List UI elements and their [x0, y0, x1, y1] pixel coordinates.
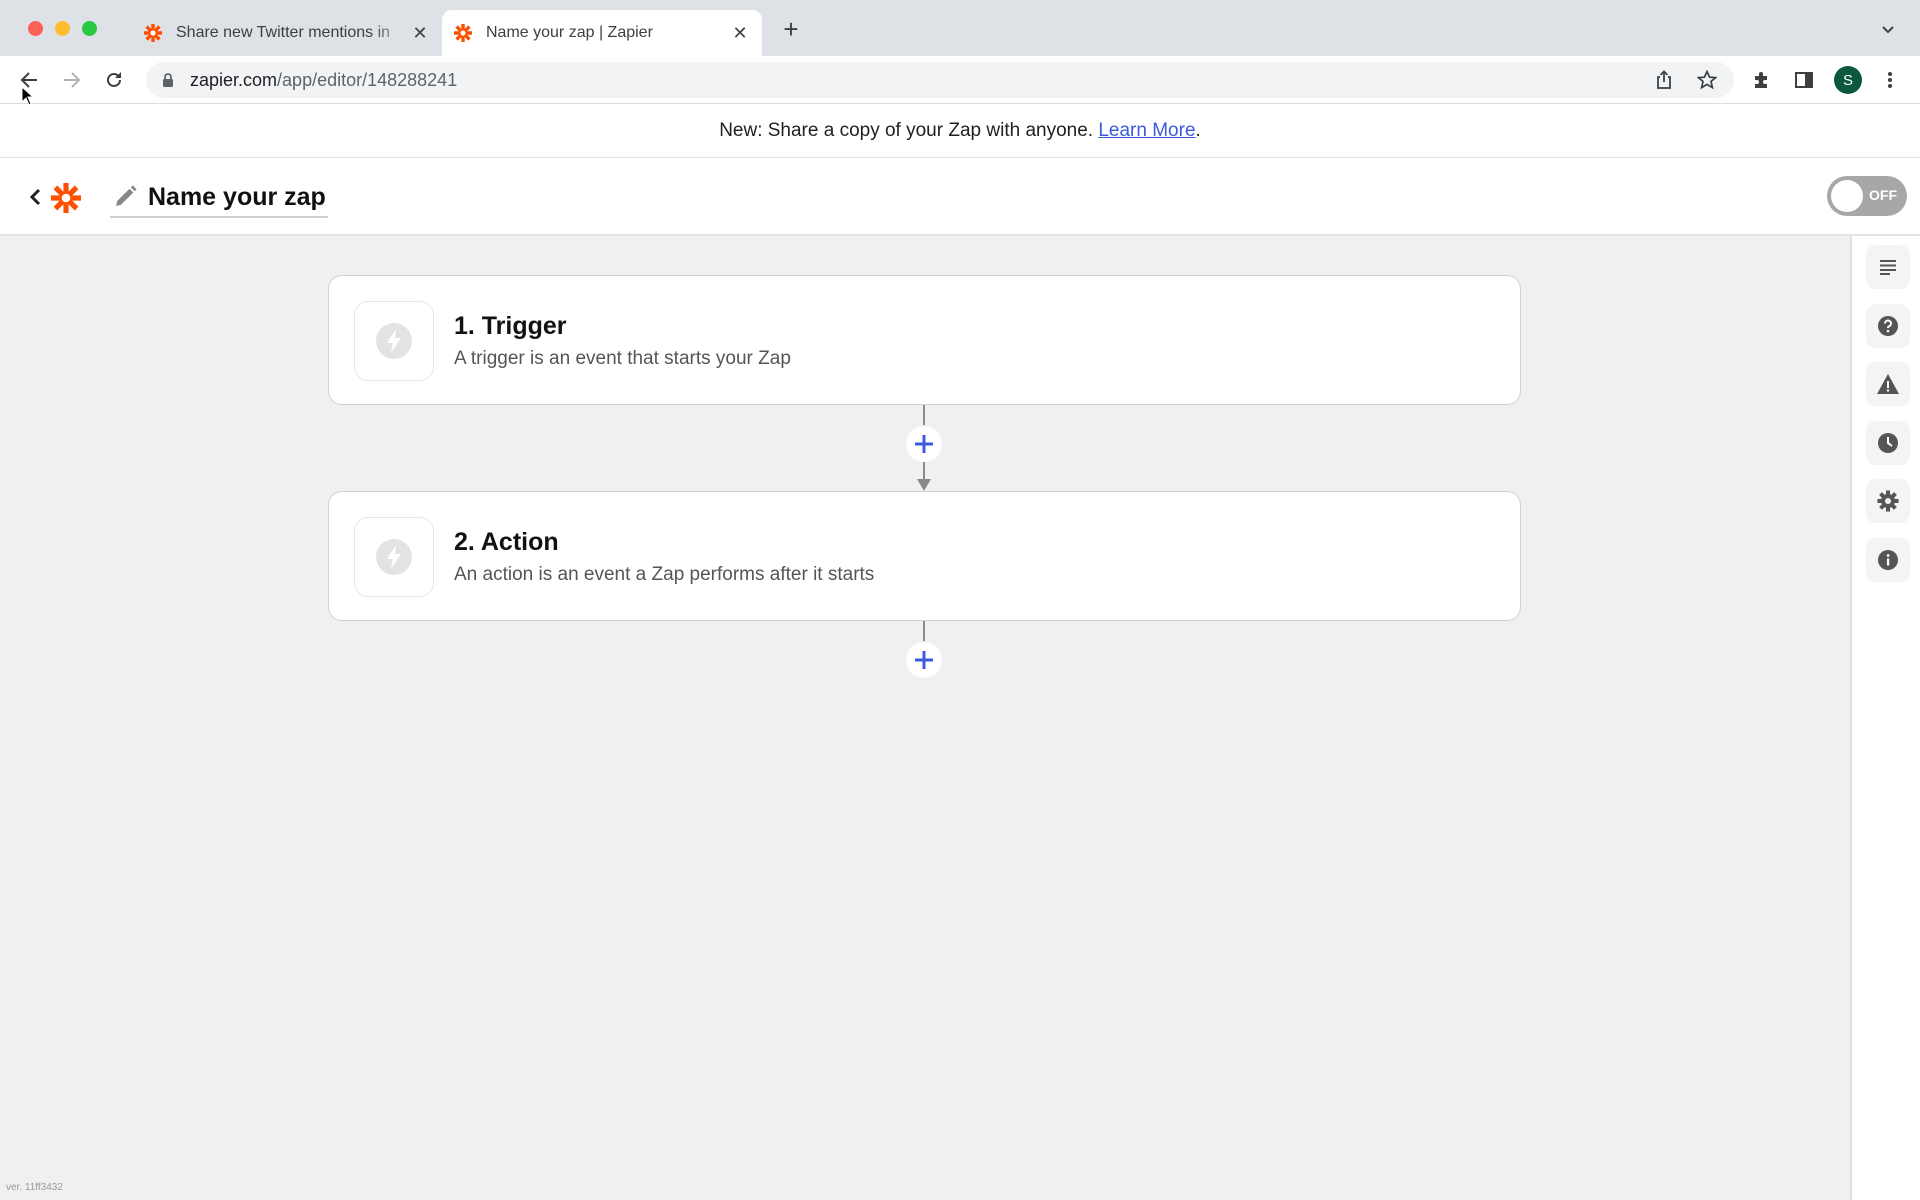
browser-tab-name-your-zap[interactable]: Name your zap | Zapier ✕ [442, 10, 762, 56]
outline-icon [1880, 260, 1896, 275]
window-close-button[interactable] [28, 21, 43, 36]
lightning-bolt-icon [376, 323, 412, 359]
tab-search-chevron-icon[interactable] [1878, 22, 1898, 38]
mouse-cursor-icon [21, 85, 35, 111]
connector-line [923, 621, 925, 643]
side-panel-icon[interactable] [1792, 68, 1816, 92]
browser-menu-icon[interactable] [1878, 68, 1902, 92]
banner-text: New: Share a copy of your Zap with anyon… [719, 119, 1094, 141]
lock-icon[interactable] [162, 73, 174, 92]
zap-name-field[interactable]: Name your zap [110, 178, 328, 218]
zapier-logo-icon[interactable] [50, 182, 82, 214]
profile-avatar[interactable]: S [1834, 66, 1862, 94]
window-maximize-button[interactable] [82, 21, 97, 36]
lightning-bolt-icon [376, 539, 412, 575]
warning-icon [1877, 374, 1899, 394]
step-description: An action is an event a Zap performs aft… [454, 564, 875, 585]
window-minimize-button[interactable] [55, 21, 70, 36]
banner-suffix: . [1195, 119, 1201, 141]
step-title: 1. Trigger [454, 312, 567, 340]
zap-on-off-toggle[interactable]: OFF [1827, 176, 1907, 216]
step-app-placeholder [354, 517, 434, 597]
back-chevron-icon[interactable] [28, 185, 44, 209]
editor-right-sidebar [1850, 236, 1920, 1200]
add-step-button[interactable] [906, 426, 942, 462]
url-path: /app/editor/148288241 [277, 70, 458, 90]
url-text: zapier.com/app/editor/148288241 [190, 70, 457, 91]
plus-icon [915, 651, 933, 669]
plus-icon [915, 435, 933, 453]
step-title: 2. Action [454, 528, 559, 556]
browser-toolbar: zapier.com/app/editor/148288241 S [0, 56, 1920, 104]
editor-header: Name your zap OFF [0, 158, 1920, 236]
history-button[interactable] [1866, 421, 1910, 465]
step-app-placeholder [354, 301, 434, 381]
url-host: zapier.com [190, 70, 278, 90]
forward-arrow-icon[interactable] [60, 68, 84, 92]
zapier-icon [142, 22, 164, 44]
share-icon[interactable] [1654, 70, 1674, 90]
help-button[interactable] [1866, 304, 1910, 348]
outline-button[interactable] [1866, 245, 1910, 289]
connector-arrow-icon [917, 479, 931, 491]
tab-title: Share new Twitter mentions in [176, 24, 391, 41]
toggle-knob [1831, 180, 1863, 212]
browser-tab-twitter-mentions[interactable]: Share new Twitter mentions in ✕ [132, 10, 442, 56]
new-tab-button[interactable]: + [779, 16, 803, 42]
settings-button[interactable] [1866, 479, 1910, 523]
address-bar[interactable]: zapier.com/app/editor/148288241 [146, 62, 1734, 98]
help-icon [1878, 316, 1898, 336]
add-step-button[interactable] [906, 642, 942, 678]
connector-line [923, 462, 925, 480]
details-button[interactable] [1866, 538, 1910, 582]
close-tab-icon[interactable]: ✕ [728, 21, 752, 45]
zap-name: Name your zap [148, 182, 326, 211]
close-tab-icon[interactable]: ✕ [408, 21, 432, 45]
warnings-button[interactable] [1866, 362, 1910, 406]
bookmark-star-icon[interactable] [1697, 70, 1717, 90]
connector-line [923, 405, 925, 426]
pencil-icon [112, 184, 138, 210]
settings-icon [1877, 490, 1899, 512]
learn-more-link[interactable]: Learn More [1098, 120, 1195, 142]
extensions-puzzle-icon[interactable] [1750, 68, 1774, 92]
info-icon [1878, 550, 1898, 570]
browser-tab-bar: Share new Twitter mentions in ✕ Name you… [0, 0, 1920, 56]
announcement-banner: New: Share a copy of your Zap with anyon… [0, 104, 1920, 158]
history-icon [1878, 433, 1898, 453]
version-label: ver. 11ff3432 [6, 1182, 63, 1193]
toggle-label: OFF [1869, 187, 1897, 203]
action-step-card[interactable]: 2. Action An action is an event a Zap pe… [328, 491, 1521, 621]
tab-title: Name your zap | Zapier [486, 24, 653, 41]
step-description: A trigger is an event that starts your Z… [454, 348, 791, 369]
zapier-icon [452, 22, 474, 44]
reload-icon[interactable] [102, 68, 126, 92]
trigger-step-card[interactable]: 1. Trigger A trigger is an event that st… [328, 275, 1521, 405]
